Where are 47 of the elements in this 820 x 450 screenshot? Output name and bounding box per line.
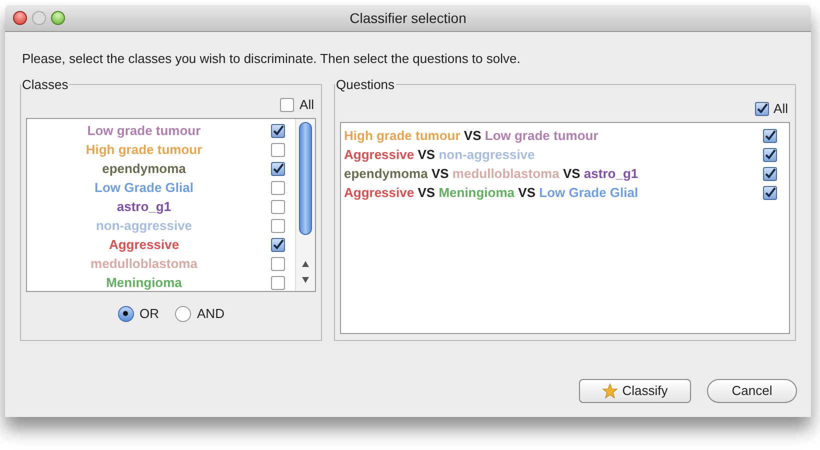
class-checkbox[interactable] xyxy=(271,218,285,232)
all-label: All xyxy=(300,96,314,114)
scroll-up-icon[interactable] xyxy=(302,261,309,267)
class-label: Low Grade Glial xyxy=(94,178,194,197)
class-checkbox[interactable] xyxy=(271,180,285,194)
radio-label: AND xyxy=(197,305,224,323)
group-title: Questions xyxy=(335,76,396,94)
class-checkbox[interactable] xyxy=(271,200,285,214)
class-label: Aggressive xyxy=(108,236,180,254)
class-label: ependymoma xyxy=(101,160,187,178)
zoom-icon[interactable] xyxy=(51,11,65,25)
class-label: medulloblastoma xyxy=(90,254,198,273)
all-checkbox[interactable] xyxy=(280,98,294,112)
class-checkbox[interactable] xyxy=(271,276,285,290)
class-label: astro_g1 xyxy=(116,198,172,216)
class-label: non-aggressive xyxy=(94,216,194,235)
question-checkbox[interactable] xyxy=(763,186,777,200)
group-title: Classes xyxy=(21,76,70,94)
scrollbar[interactable] xyxy=(295,119,315,291)
all-checkbox[interactable] xyxy=(754,102,769,116)
class-checkbox[interactable] xyxy=(271,238,285,252)
radio-button[interactable] xyxy=(118,306,134,322)
class-label: Meningioma xyxy=(105,274,183,291)
question-checkbox[interactable] xyxy=(763,128,777,142)
all-label: All xyxy=(774,100,788,118)
question-label: High grade tumour VS Low grade tumour xyxy=(344,126,600,145)
instructions-text: Please, select the classes you wish to discriminate. Then select the questions to solve. xyxy=(21,50,522,68)
scroll-down-icon[interactable] xyxy=(302,277,309,283)
class-checkbox[interactable] xyxy=(271,142,285,156)
window-title: Classifier selection xyxy=(350,8,466,28)
scroll-thumb[interactable] xyxy=(299,122,312,235)
class-checkbox[interactable] xyxy=(271,162,285,176)
close-icon[interactable] xyxy=(13,11,27,25)
class-label: High grade tumour xyxy=(84,140,204,159)
radio-button[interactable] xyxy=(175,306,192,322)
cancel-button[interactable]: Cancel xyxy=(707,379,797,403)
star-icon xyxy=(602,383,618,399)
question-label: ependymoma VS medulloblastoma VS astro_g1 xyxy=(344,164,640,183)
class-checkbox[interactable] xyxy=(271,256,285,270)
question-label: Aggressive VS non-aggressive xyxy=(344,146,536,164)
question-checkbox[interactable] xyxy=(763,148,777,162)
class-label: Low grade tumour xyxy=(86,122,202,140)
class-checkbox[interactable] xyxy=(271,124,285,138)
classify-button[interactable]: Classify xyxy=(579,379,691,403)
question-checkbox[interactable] xyxy=(763,166,777,180)
question-label: Aggressive VS Meningioma VS Low Grade Glial xyxy=(344,184,640,202)
radio-label: OR xyxy=(140,305,160,323)
